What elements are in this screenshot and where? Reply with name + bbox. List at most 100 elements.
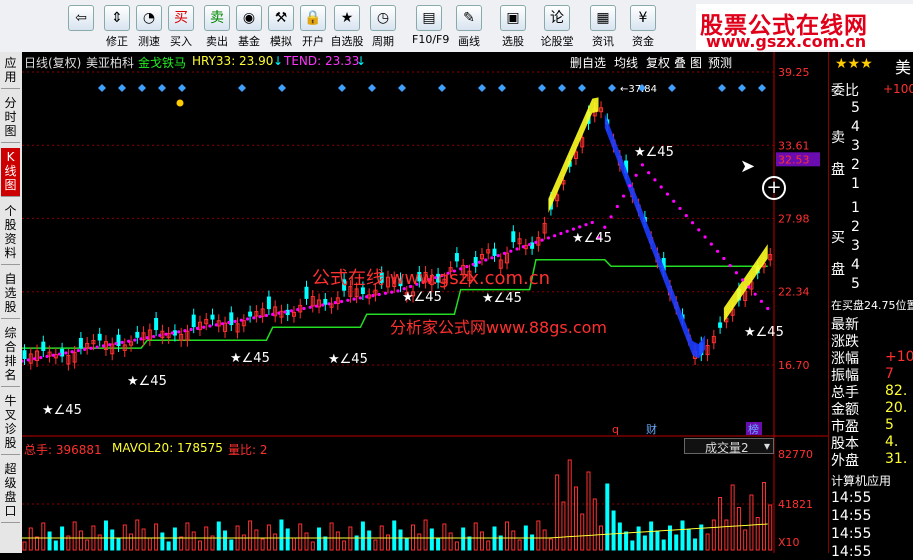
volume-bar xyxy=(517,539,522,551)
volume-bar xyxy=(398,529,403,551)
side-tab-0[interactable]: 应用 xyxy=(1,54,20,89)
trend-dot xyxy=(496,253,500,258)
trend-dot xyxy=(271,312,275,316)
trend-dot xyxy=(58,352,62,356)
volume-ratio-label: 量比: 2 xyxy=(228,443,268,457)
side-tab-3[interactable]: 个股资料 xyxy=(1,202,20,265)
volume-bar xyxy=(655,530,660,551)
volume-bar xyxy=(317,527,322,551)
watermark-overlay-2: 分析家公式网www.88gs.com xyxy=(390,318,607,337)
kline-menu-item-0[interactable]: 删自选 xyxy=(570,54,606,71)
toolbar-button-14[interactable]: ▦ 资讯 xyxy=(586,5,620,49)
trend-dot xyxy=(728,264,732,268)
volume-bar xyxy=(216,521,221,551)
clock-icon: ◷ xyxy=(370,5,396,31)
toolbar-button-13[interactable]: 论论股堂 xyxy=(540,5,574,49)
trend-dot xyxy=(559,231,563,236)
watermark-overlay-1: 公式在线 www.gszx.com.cn xyxy=(312,268,551,289)
toolbar-button-6[interactable]: ⚒ 模拟 xyxy=(264,5,298,49)
toolbar-button-label: 开户 xyxy=(302,35,324,48)
volume-type-dropdown[interactable]: 成交量2 ▾ xyxy=(684,438,774,455)
toolbar-button-4[interactable]: 卖卖出 xyxy=(200,5,234,49)
star-signal: ★∠45 xyxy=(402,290,442,305)
volume-bar xyxy=(429,528,434,551)
volume-bar xyxy=(373,539,378,551)
trend-dot xyxy=(64,351,68,355)
document-icon: ▤ xyxy=(416,5,442,31)
volume-bar xyxy=(185,522,190,551)
volume-bar xyxy=(298,523,303,551)
trend-dot xyxy=(246,317,250,321)
trend-dot xyxy=(70,350,74,354)
trend-dot xyxy=(183,329,187,333)
trend-dot xyxy=(565,229,569,233)
side-tab-1[interactable]: 分时图 xyxy=(1,94,20,143)
candle-body xyxy=(248,311,253,317)
trend-dot xyxy=(690,221,695,225)
back-button[interactable]: ⇦ xyxy=(64,5,98,49)
volume-bar xyxy=(392,520,397,551)
kline-menu-item-3[interactable]: 叠 xyxy=(674,54,686,71)
toolbar-button-15[interactable]: ¥ 资金 xyxy=(626,5,660,49)
trend-dot xyxy=(126,339,131,343)
signal-diamond xyxy=(438,84,446,92)
trend-dot xyxy=(509,249,513,253)
side-tab-2[interactable]: K线图 xyxy=(1,148,20,197)
toolbar-button-3[interactable]: 买买入 xyxy=(164,5,198,49)
side-tab-7[interactable]: 超级盘口 xyxy=(1,460,20,523)
trend-dot xyxy=(252,316,256,320)
toolbar-button-2[interactable]: ◔ 测速 xyxy=(132,5,166,49)
kline-chart-area[interactable]: 39.25 33.61 32.53 27.98 22.34 16.70 82770 41821… xyxy=(22,52,828,553)
toolbar-button-8[interactable]: ★ 自选股 xyxy=(330,5,364,49)
select-stock-icon: ▣ xyxy=(500,5,526,31)
kline-menu-item-1[interactable]: 均线 xyxy=(614,54,638,71)
toolbar-button-label: 资金 xyxy=(632,35,654,48)
toolbar-button-9[interactable]: ◷ 周期 xyxy=(366,5,400,49)
kline-menu-item-2[interactable]: 复权 xyxy=(646,54,670,71)
toolbar-button-label: F10/F9 xyxy=(412,33,450,46)
trend-dot xyxy=(133,338,137,342)
trend-dot xyxy=(684,213,688,218)
toolbar-button-7[interactable]: 🔒 开户 xyxy=(296,5,330,49)
toolbar-button-11[interactable]: ✎ 画线 xyxy=(452,5,486,49)
volume-bar xyxy=(436,537,441,551)
side-tab-5[interactable]: 综合排名 xyxy=(1,324,20,387)
trend-dot xyxy=(672,199,676,203)
trend-dot xyxy=(383,291,388,295)
buy-level-2: 2 xyxy=(851,219,860,235)
side-tab-4[interactable]: 自选股 xyxy=(1,270,20,319)
trend-dot xyxy=(227,320,231,325)
star-icon: ★ xyxy=(334,5,360,31)
volume-bar xyxy=(711,519,716,551)
volume-bar xyxy=(755,517,760,551)
pen-icon: ✎ xyxy=(456,5,482,31)
volume-bar xyxy=(22,541,27,551)
trend-dot xyxy=(314,304,319,308)
crosshair-add-icon[interactable]: + xyxy=(762,176,786,200)
signal-diamond xyxy=(738,84,746,92)
toolbar-button-12[interactable]: ▣ 选股 xyxy=(496,5,530,49)
trend-dot xyxy=(296,308,300,312)
side-tab-6[interactable]: 牛叉诊股 xyxy=(1,392,20,455)
volume-bar xyxy=(624,531,629,551)
side-tab-bar: 应用分时图 K线图个股资料自选股综合排名牛叉诊股超级盘口 xyxy=(0,52,23,553)
volume-bar xyxy=(768,504,773,551)
kline-menu-item-5[interactable]: 预测 xyxy=(708,54,732,71)
price-axis-label: 39.25 xyxy=(778,66,810,79)
trend-dot xyxy=(734,271,739,275)
trend-dot xyxy=(114,341,118,346)
price-axis-label: 33.61 xyxy=(778,139,810,152)
volume-bar xyxy=(285,528,290,551)
quote-value: 31. xyxy=(885,451,908,467)
trend-dot xyxy=(83,347,87,352)
volume-bar xyxy=(166,541,171,551)
price-axis-label: 27.98 xyxy=(778,212,810,225)
toolbar-button-5[interactable]: ◉ 基金 xyxy=(232,5,266,49)
kline-menu-item-4[interactable]: 图 xyxy=(690,54,702,71)
tick-time: 14:55 xyxy=(831,490,872,506)
toolbar-button-1[interactable]: ⇕ 修正 xyxy=(100,5,134,49)
toolbar-button-10[interactable]: ▤ F10/F9 xyxy=(412,5,450,49)
star-signal: ★∠45 xyxy=(42,403,82,418)
toolbar-button-label: 论股堂 xyxy=(540,35,574,48)
trend-dot xyxy=(340,299,344,304)
